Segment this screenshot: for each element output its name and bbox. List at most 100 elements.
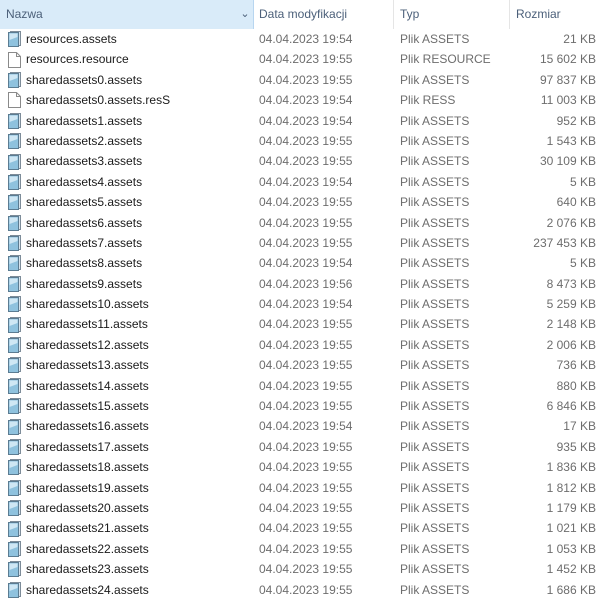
file-type: Plik ASSETS [400, 460, 470, 475]
file-row[interactable]: sharedassets10.assets 04.04.2023 19:54 Pli… [0, 294, 616, 314]
file-type: Plik ASSETS [400, 521, 470, 536]
file-size: 30 109 KB [539, 154, 596, 169]
file-row[interactable]: sharedassets0.assets 04.04.2023 19:55 Plik… [0, 70, 616, 90]
file-name-cell[interactable]: resources.resource [0, 49, 254, 69]
file-row[interactable]: sharedassets2.assets 04.04.2023 19:55 Plik… [0, 131, 616, 151]
file-row[interactable]: sharedassets17.assets 04.04.2023 19:55 Pli… [0, 437, 616, 457]
file-row[interactable]: sharedassets0.assets.resS 04.04.2023 19:5… [0, 90, 616, 110]
file-row[interactable]: sharedassets19.assets 04.04.2023 19:55 Pli… [0, 478, 616, 498]
file-name-cell[interactable]: sharedassets0.assets.resS [0, 90, 254, 110]
file-name-cell[interactable]: sharedassets21.assets [0, 518, 254, 538]
assets-file-icon [8, 459, 21, 476]
file-name: sharedassets8.assets [26, 256, 143, 271]
file-row[interactable]: sharedassets24.assets 04.04.2023 19:55 Pli… [0, 580, 616, 600]
column-header-type[interactable]: Typ [394, 0, 510, 29]
file-row[interactable]: sharedassets4.assets 04.04.2023 19:54 Plik… [0, 172, 616, 192]
file-name-cell[interactable]: sharedassets12.assets [0, 335, 254, 355]
file-row[interactable]: resources.resource 04.04.2023 19:55 Plik R… [0, 49, 616, 69]
file-row[interactable]: sharedassets11.assets 04.04.2023 19:55 Pli… [0, 314, 616, 334]
file-row[interactable]: sharedassets18.assets 04.04.2023 19:55 Pli… [0, 457, 616, 477]
file-date: 04.04.2023 19:54 [259, 297, 353, 312]
file-name-cell[interactable]: sharedassets7.assets [0, 233, 254, 253]
column-header-size[interactable]: Rozmiar [510, 0, 616, 29]
file-date: 04.04.2023 19:54 [259, 256, 353, 271]
file-row[interactable]: sharedassets14.assets 04.04.2023 19:55 Pli… [0, 376, 616, 396]
file-name-cell[interactable]: sharedassets8.assets [0, 253, 254, 273]
file-row[interactable]: sharedassets1.assets 04.04.2023 19:54 Plik… [0, 111, 616, 131]
file-name: sharedassets17.assets [26, 439, 149, 454]
file-name-cell[interactable]: sharedassets19.assets [0, 478, 254, 498]
file-name: sharedassets0.assets.resS [26, 93, 171, 108]
file-row[interactable]: sharedassets15.assets 04.04.2023 19:55 Pli… [0, 396, 616, 416]
file-name-cell[interactable]: sharedassets17.assets [0, 437, 254, 457]
file-name-cell[interactable]: sharedassets20.assets [0, 498, 254, 518]
file-type: Plik ASSETS [400, 358, 470, 373]
file-date: 04.04.2023 19:55 [259, 541, 353, 556]
column-header-date[interactable]: Data modyfikacji [254, 0, 394, 29]
file-date: 04.04.2023 19:55 [259, 582, 353, 597]
file-row[interactable]: sharedassets22.assets 04.04.2023 19:55 Pli… [0, 539, 616, 559]
file-size: 6 846 KB [546, 399, 596, 414]
file-name-cell[interactable]: sharedassets24.assets [0, 580, 254, 600]
file-type: Plik ASSETS [400, 317, 470, 332]
file-row[interactable]: sharedassets21.assets 04.04.2023 19:55 Pli… [0, 518, 616, 538]
file-name: sharedassets14.assets [26, 378, 149, 393]
assets-file-icon [8, 255, 21, 272]
file-row[interactable]: sharedassets6.assets 04.04.2023 19:55 Plik… [0, 213, 616, 233]
file-name-cell[interactable]: sharedassets22.assets [0, 539, 254, 559]
file-size: 237 453 KB [533, 235, 596, 250]
file-row[interactable]: resources.assets 04.04.2023 19:54 Plik ASS… [0, 29, 616, 49]
chevron-down-icon[interactable]: ⌄ [239, 0, 251, 29]
file-name: sharedassets20.assets [26, 500, 149, 515]
assets-file-icon [8, 540, 21, 557]
assets-file-icon [8, 418, 21, 435]
file-name-cell[interactable]: sharedassets4.assets [0, 172, 254, 192]
file-name-cell[interactable]: sharedassets14.assets [0, 376, 254, 396]
file-name: sharedassets15.assets [26, 399, 149, 414]
file-name-cell[interactable]: sharedassets2.assets [0, 131, 254, 151]
assets-file-icon [8, 377, 21, 394]
file-row[interactable]: sharedassets12.assets 04.04.2023 19:55 Pli… [0, 335, 616, 355]
assets-file-icon [8, 581, 21, 598]
file-size: 15 602 KB [539, 52, 596, 67]
file-name-cell[interactable]: sharedassets6.assets [0, 213, 254, 233]
file-name-cell[interactable]: sharedassets15.assets [0, 396, 254, 416]
file-name-cell[interactable]: sharedassets1.assets [0, 111, 254, 131]
file-size: 935 KB [556, 439, 596, 454]
file-name-cell[interactable]: sharedassets0.assets [0, 70, 254, 90]
file-row[interactable]: sharedassets23.assets 04.04.2023 19:55 Pli… [0, 559, 616, 579]
file-row[interactable]: sharedassets8.assets 04.04.2023 19:54 Plik… [0, 253, 616, 273]
file-row[interactable]: sharedassets20.assets 04.04.2023 19:55 Pli… [0, 498, 616, 518]
file-date: 04.04.2023 19:55 [259, 72, 353, 87]
file-type: Plik ASSETS [400, 113, 470, 128]
file-name-cell[interactable]: sharedassets10.assets [0, 294, 254, 314]
file-name-cell[interactable]: sharedassets11.assets [0, 314, 254, 334]
file-row[interactable]: sharedassets16.assets 04.04.2023 19:54 Pli… [0, 416, 616, 436]
file-row[interactable]: sharedassets5.assets 04.04.2023 19:55 Plik… [0, 192, 616, 212]
file-name: sharedassets11.assets [26, 317, 148, 332]
assets-file-icon [8, 31, 21, 48]
file-row[interactable]: sharedassets13.assets 04.04.2023 19:55 Pli… [0, 355, 616, 375]
file-name-cell[interactable]: sharedassets3.assets [0, 151, 254, 171]
file-row[interactable]: sharedassets9.assets 04.04.2023 19:56 Plik… [0, 274, 616, 294]
file-name-cell[interactable]: sharedassets18.assets [0, 457, 254, 477]
file-name-cell[interactable]: sharedassets16.assets [0, 416, 254, 436]
file-name-cell[interactable]: sharedassets13.assets [0, 355, 254, 375]
file-row[interactable]: sharedassets7.assets 04.04.2023 19:55 Plik… [0, 233, 616, 253]
file-size: 880 KB [556, 378, 596, 393]
column-header-name[interactable]: Nazwa ^ ⌄ [0, 0, 254, 29]
file-row[interactable]: sharedassets3.assets 04.04.2023 19:55 Plik… [0, 151, 616, 171]
file-type: Plik ASSETS [400, 72, 470, 87]
file-type: Plik ASSETS [400, 500, 470, 515]
file-name: resources.resource [26, 52, 129, 67]
blank-file-icon [8, 92, 21, 109]
file-size: 1 053 KB [546, 541, 596, 556]
assets-file-icon [8, 296, 21, 313]
file-name-cell[interactable]: sharedassets9.assets [0, 274, 254, 294]
file-name-cell[interactable]: sharedassets23.assets [0, 559, 254, 579]
assets-file-icon [8, 173, 21, 190]
file-type: Plik ASSETS [400, 297, 470, 312]
file-name-cell[interactable]: sharedassets5.assets [0, 192, 254, 212]
file-name-cell[interactable]: resources.assets [0, 29, 254, 49]
file-date: 04.04.2023 19:54 [259, 93, 353, 108]
